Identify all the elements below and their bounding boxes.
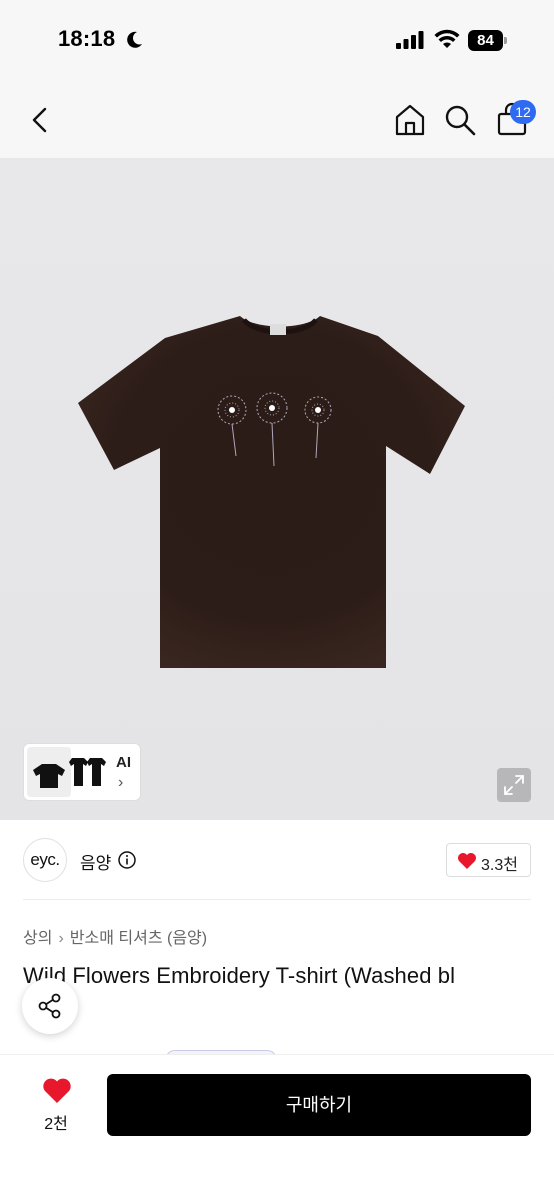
ai-label: AI: [116, 754, 131, 771]
search-icon[interactable]: [442, 102, 478, 138]
divider: [23, 899, 531, 900]
share-button[interactable]: [22, 978, 78, 1034]
wishlist-heart-icon[interactable]: [42, 1077, 72, 1104]
breadcrumb-category[interactable]: 상의: [23, 924, 52, 948]
brand-like-count: 3.3천: [481, 857, 518, 874]
status-time: 18:18: [58, 26, 116, 51]
share-icon: [38, 993, 61, 1019]
home-icon[interactable]: [392, 102, 428, 138]
nav-header: [0, 80, 554, 158]
bottom-action-bar: 2천 구매하기: [0, 1054, 554, 1200]
heart-icon: [458, 853, 476, 869]
gallery-thumbnails[interactable]: AI ›: [23, 743, 141, 801]
buy-button[interactable]: 구매하기: [107, 1074, 531, 1136]
tshirt-image: [78, 316, 465, 668]
tshirt-thumbnail-icon: [33, 764, 65, 788]
home-indicator: [202, 1186, 352, 1191]
back-icon[interactable]: [22, 102, 58, 138]
battery-level: 84: [468, 30, 503, 51]
wishlist-count: 2천: [44, 1116, 68, 1133]
brand-name[interactable]: 음양: [80, 849, 111, 874]
chevron-right-icon: ›: [118, 774, 124, 791]
expand-icon: [504, 775, 524, 795]
tshirt-ai-thumbnail-icon[interactable]: [68, 752, 110, 794]
signal-icon: [396, 31, 424, 49]
product-title: Wild Flowers Embroidery T-shirt (Washed …: [23, 963, 456, 988]
breadcrumb: 상의 › 반소매 티셔츠 (음양): [23, 924, 207, 948]
product-image[interactable]: AI ›: [0, 158, 554, 820]
brand-logo[interactable]: eyc.: [23, 838, 67, 882]
battery-icon: 84: [468, 30, 508, 51]
breadcrumb-subcategory[interactable]: 반소매 티셔츠 (음양): [70, 924, 207, 948]
breadcrumb-separator: ›: [58, 930, 64, 947]
brand-like-button[interactable]: 3.3천: [446, 843, 531, 877]
wifi-icon: [434, 29, 460, 48]
thumbnail-selected[interactable]: [27, 747, 71, 797]
battery-tip: [504, 37, 507, 44]
info-icon[interactable]: [118, 851, 136, 869]
moon-icon: [127, 31, 142, 48]
status-bar: 18:18 84: [0, 0, 554, 80]
expand-button[interactable]: [497, 768, 531, 802]
cart-badge[interactable]: 12: [510, 100, 536, 124]
